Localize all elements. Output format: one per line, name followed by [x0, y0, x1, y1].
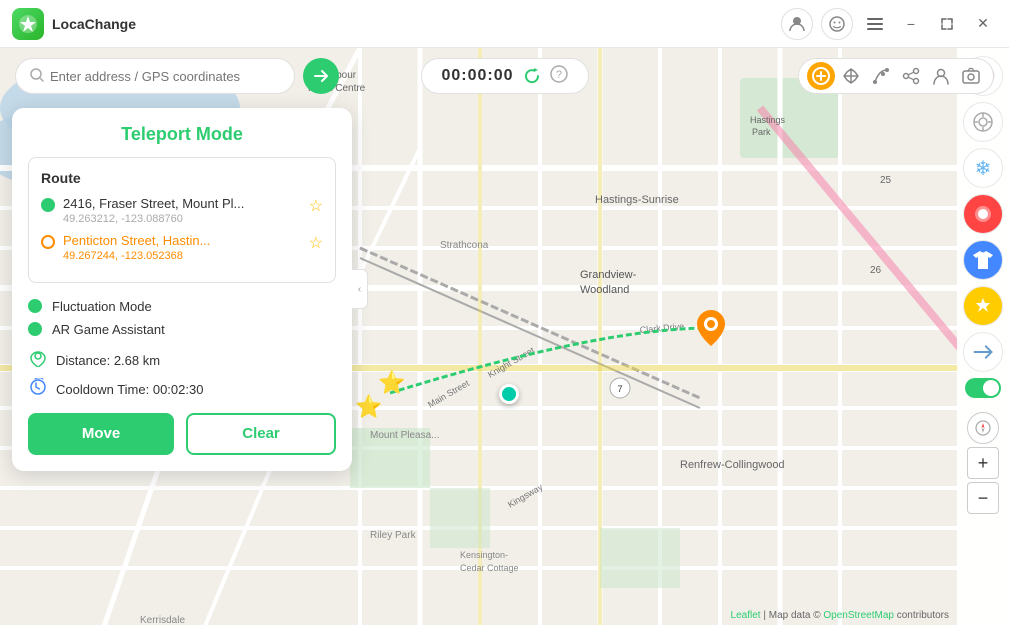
right-sidebar: ❄	[957, 48, 1009, 625]
svg-text:Park: Park	[752, 127, 771, 137]
search-icon	[30, 68, 44, 85]
fluctuation-mode-dot	[28, 299, 42, 313]
red-button[interactable]	[963, 194, 1003, 234]
collapse-panel-btn[interactable]: ‹	[352, 269, 368, 309]
route-from-name: 2416, Fraser Street, Mount Pl...	[63, 196, 301, 213]
compass-btn[interactable]	[967, 412, 999, 444]
svg-text:Kingsway: Kingsway	[506, 482, 545, 510]
svg-text:Grandview-: Grandview-	[580, 269, 637, 281]
teleport-mode-btn[interactable]	[807, 62, 835, 90]
fluctuation-mode-option[interactable]: Fluctuation Mode	[28, 299, 336, 314]
route-from-star-btn[interactable]: ☆	[309, 196, 323, 216]
timer-help-btn[interactable]: ?	[550, 65, 568, 88]
timer-display: 00:00:00	[441, 67, 513, 85]
shirt-btn[interactable]	[963, 240, 1003, 280]
route-to-name: Penticton Street, Hastin...	[63, 233, 301, 250]
mode-toolbar	[798, 58, 994, 94]
distance-icon	[28, 349, 48, 372]
svg-text:Renfrew-Collingwood: Renfrew-Collingwood	[680, 459, 785, 471]
app-logo	[12, 8, 44, 40]
svg-text:7: 7	[617, 384, 622, 394]
cooldown-text: Cooldown Time: 00:02:30	[56, 382, 203, 397]
route-from-dot	[41, 198, 55, 212]
titlebar-controls: − ✕	[781, 8, 997, 40]
screenshot-btn[interactable]	[957, 62, 985, 90]
svg-text:Mount Pleasa...: Mount Pleasa...	[370, 430, 439, 441]
route-to-star-btn[interactable]: ☆	[309, 233, 323, 253]
route-to-item: Penticton Street, Hastin... 49.267244, -…	[41, 233, 323, 262]
svg-text:Hastings-Sunrise: Hastings-Sunrise	[595, 194, 679, 206]
ar-game-dot	[28, 322, 42, 336]
start-marker: ⭐	[378, 370, 405, 396]
zoom-in-btn[interactable]: +	[967, 447, 999, 479]
start-marker-2: ⭐	[355, 394, 382, 420]
svg-text:Strathcona: Strathcona	[440, 240, 489, 251]
minimize-btn[interactable]: −	[897, 10, 925, 38]
close-btn[interactable]: ✕	[969, 10, 997, 38]
distance-text: Distance: 2.68 km	[56, 353, 160, 368]
route-from-item: 2416, Fraser Street, Mount Pl... 49.2632…	[41, 196, 323, 225]
maximize-btn[interactable]	[933, 10, 961, 38]
cyan-marker	[499, 384, 519, 404]
panel-title: Teleport Mode	[28, 124, 336, 145]
leaflet-link[interactable]: Leaflet	[731, 610, 761, 621]
route-to-text: Penticton Street, Hastin... 49.267244, -…	[63, 233, 301, 262]
arrow-btn[interactable]	[955, 324, 1009, 381]
share-mode-btn[interactable]	[897, 62, 925, 90]
search-input-wrap	[15, 58, 295, 94]
map-attribution: Leaflet | Map data © OpenStreetMap contr…	[731, 610, 949, 621]
svg-text:Kerrisdale: Kerrisdale	[140, 615, 185, 625]
svg-text:Knight Street: Knight Street	[486, 345, 536, 380]
searchbar-area	[15, 58, 339, 94]
zoom-out-btn[interactable]: −	[967, 482, 999, 514]
route-from-coords: 49.263212, -123.088760	[63, 213, 301, 225]
action-buttons: Move Clear	[28, 413, 336, 455]
move-button[interactable]: Move	[28, 413, 174, 455]
location-target-btn[interactable]	[963, 102, 1003, 142]
profile-icon-btn[interactable]	[781, 8, 813, 40]
titlebar: LocaChange −	[0, 0, 1009, 48]
ar-game-option[interactable]: AR Game Assistant	[28, 322, 336, 337]
left-panel: Teleport Mode Route 2416, Fraser Street,…	[12, 108, 352, 471]
cooldown-item: Cooldown Time: 00:02:30	[28, 378, 336, 401]
star-coins-btn[interactable]	[963, 286, 1003, 326]
svg-text:Woodland: Woodland	[580, 284, 629, 296]
menu-btn[interactable]	[861, 10, 889, 38]
svg-text:Cedar Cottage: Cedar Cottage	[460, 563, 519, 573]
timer-refresh-btn[interactable]	[524, 68, 540, 84]
route-label: Route	[41, 170, 323, 186]
svg-text:Riley Park: Riley Park	[370, 530, 417, 541]
route-from-text: 2416, Fraser Street, Mount Pl... 49.2632…	[63, 196, 301, 225]
svg-text:25: 25	[880, 175, 892, 186]
svg-text:Kensington-: Kensington-	[460, 550, 508, 560]
svg-text:Clark Drive: Clark Drive	[639, 321, 684, 335]
search-input[interactable]	[50, 69, 280, 84]
svg-text:?: ?	[555, 69, 561, 81]
ar-game-label: AR Game Assistant	[52, 322, 165, 337]
svg-text:Main Street: Main Street	[426, 378, 471, 410]
emoji-icon-btn[interactable]	[821, 8, 853, 40]
timer-area: 00:00:00 ?	[420, 58, 588, 94]
route-to-dot	[41, 235, 55, 249]
search-action-btn[interactable]	[303, 58, 339, 94]
profile-btn[interactable]	[927, 62, 955, 90]
toggle-btn[interactable]	[965, 378, 1001, 398]
svg-text:Hastings: Hastings	[750, 115, 786, 125]
info-section: Distance: 2.68 km Cooldown Time: 00:02:3…	[28, 349, 336, 401]
app-title: LocaChange	[52, 16, 781, 32]
destination-marker	[697, 310, 725, 351]
distance-item: Distance: 2.68 km	[28, 349, 336, 372]
cooldown-icon	[28, 378, 48, 401]
route-to-coords: 49.267244, -123.052368	[63, 250, 301, 262]
fluctuation-mode-label: Fluctuation Mode	[52, 299, 152, 314]
svg-text:26: 26	[870, 265, 882, 276]
route-mode-btn[interactable]	[867, 62, 895, 90]
move-mode-btn[interactable]	[837, 62, 865, 90]
snowflake-btn[interactable]: ❄	[963, 148, 1003, 188]
clear-button[interactable]: Clear	[186, 413, 336, 455]
route-section: Route 2416, Fraser Street, Mount Pl... 4…	[28, 157, 336, 283]
osm-link[interactable]: OpenStreetMap	[823, 610, 894, 621]
